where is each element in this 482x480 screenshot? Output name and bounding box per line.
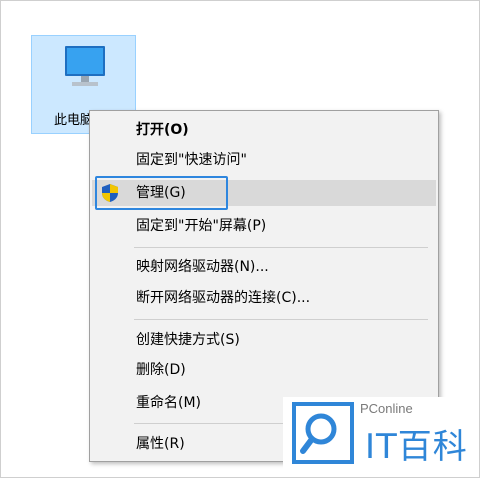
uac-shield-icon (102, 184, 118, 202)
search-logo-icon (292, 402, 354, 464)
menu-item-disconnect-drive[interactable]: 断开网络驱动器的连接(C)... (92, 285, 436, 311)
menu-item-delete[interactable]: 删除(D) (92, 357, 436, 383)
menu-separator (134, 319, 428, 320)
menu-item-map-drive[interactable]: 映射网络驱动器(N)... (92, 254, 436, 280)
monitor-icon (65, 46, 105, 86)
watermark-brand-main: IT百科 (365, 427, 468, 467)
menu-item-create-shortcut[interactable]: 创建快捷方式(S) (92, 327, 436, 353)
desktop-icon-label: 此电脑 (54, 113, 94, 128)
watermark-brand-top: PConline (360, 401, 413, 416)
menu-item-pin-start[interactable]: 固定到"开始"屏幕(P) (92, 213, 436, 239)
menu-item-pin-quick-access[interactable]: 固定到"快速访问" (92, 147, 436, 173)
watermark: PConline IT百科 (283, 397, 473, 469)
menu-separator (134, 247, 428, 248)
menu-item-open[interactable]: 打开(O) (92, 117, 436, 143)
